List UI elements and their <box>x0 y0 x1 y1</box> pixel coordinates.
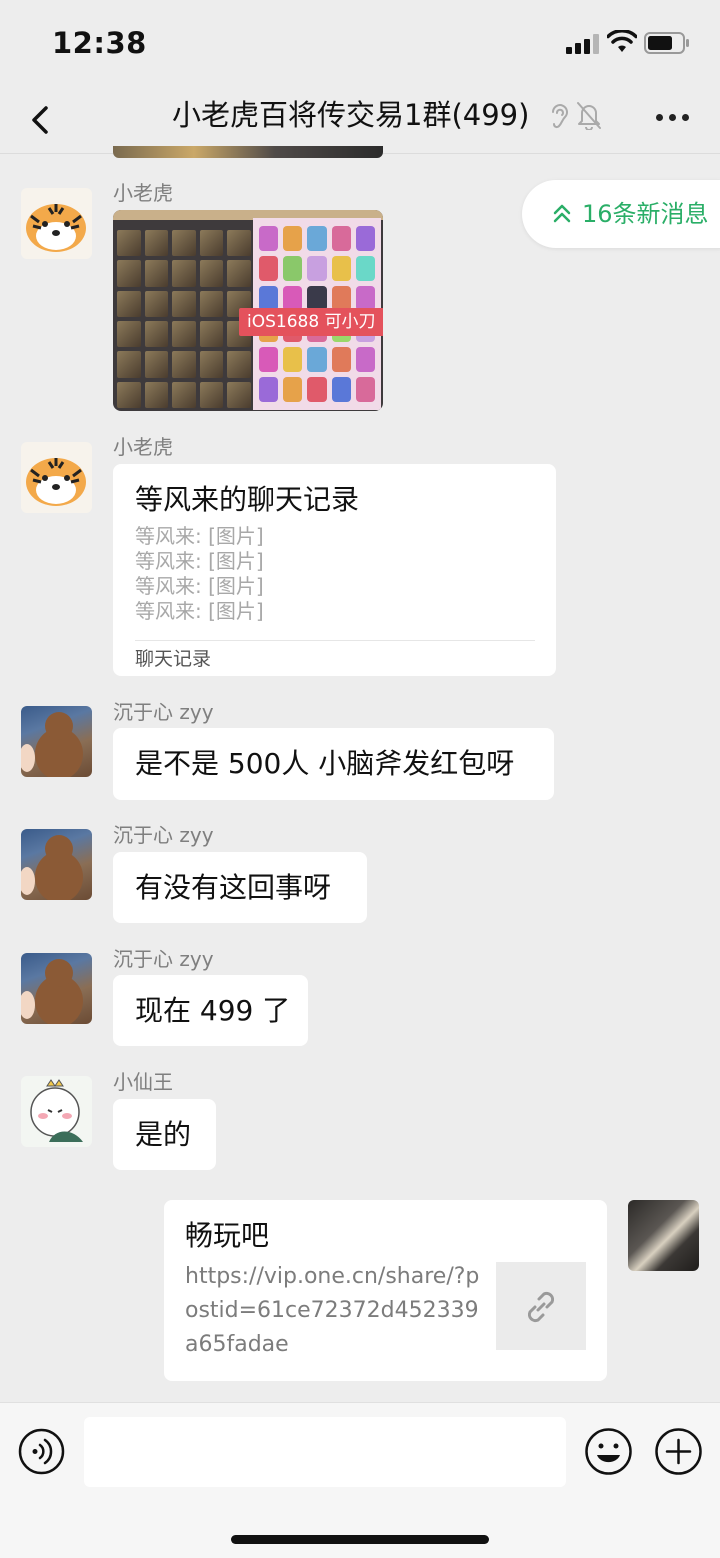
self-avatar[interactable] <box>628 1200 699 1271</box>
link-title: 畅玩吧 <box>185 1219 270 1252</box>
sender-name: 小老虎 <box>113 181 173 205</box>
cellular-signal-icon <box>566 34 600 54</box>
chat-record-title: 等风来的聊天记录 <box>135 483 360 516</box>
divider <box>135 640 535 641</box>
sender-name: 沉于心 zyy <box>113 700 214 724</box>
bear-avatar[interactable] <box>21 953 92 1024</box>
bear-avatar[interactable] <box>21 829 92 900</box>
link-url: https://vip.one.cn/share/?postid=61ce723… <box>185 1264 480 1357</box>
chat-title: 小老虎百将传交易1群(499) <box>172 98 530 132</box>
sender-name: 沉于心 zyy <box>113 823 214 847</box>
status-bar: 12:38 <box>0 0 720 84</box>
new-messages-button[interactable]: 16条新消息 <box>522 180 720 248</box>
status-time: 12:38 <box>52 26 147 60</box>
text-message-bubble[interactable]: 是的 <box>113 1099 216 1170</box>
chat-record-card[interactable]: 等风来的聊天记录 等风来: [图片] 等风来: [图片] 等风来: [图片] 等… <box>113 464 556 676</box>
image-overlay-text: iOS1688 可小刀 <box>239 308 383 336</box>
image-message[interactable]: iOS1688 可小刀 <box>113 210 383 411</box>
message-text: 是不是 500人 小脑斧发红包呀 <box>135 747 515 780</box>
bear-avatar[interactable] <box>21 706 92 777</box>
home-indicator[interactable] <box>231 1535 489 1544</box>
chat-record-line: 等风来: [图片] <box>135 574 264 598</box>
emoji-icon[interactable] <box>584 1427 633 1476</box>
link-icon <box>527 1291 555 1323</box>
voice-icon[interactable] <box>18 1428 65 1475</box>
mute-bell-icon <box>577 102 601 130</box>
message-input[interactable] <box>84 1417 566 1487</box>
previous-image-tail[interactable] <box>113 146 383 158</box>
link-message-card[interactable]: 畅玩吧 https://vip.one.cn/share/?postid=61c… <box>164 1200 607 1381</box>
plus-icon[interactable] <box>654 1427 703 1476</box>
input-bar <box>0 1402 720 1558</box>
chat-screen: 12:38 小老虎百将传交易1群(499) 16条新消息 小老虎 iOS1688… <box>0 0 720 1558</box>
link-thumbnail <box>496 1262 586 1350</box>
more-dots-icon[interactable] <box>652 104 692 134</box>
tiger-avatar[interactable] <box>21 442 92 513</box>
sender-name: 沉于心 zyy <box>113 947 214 971</box>
message-text: 现在 499 了 <box>135 994 291 1027</box>
battery-icon <box>644 32 689 54</box>
wifi-icon <box>607 30 637 52</box>
back-arrow-icon[interactable] <box>22 94 62 144</box>
chat-record-line: 等风来: [图片] <box>135 549 264 573</box>
chat-record-line: 等风来: [图片] <box>135 599 264 623</box>
message-text: 是的 <box>135 1118 192 1151</box>
new-messages-label: 16条新消息 <box>582 200 709 228</box>
text-message-bubble[interactable]: 有没有这回事呀 <box>113 852 367 923</box>
sender-name: 小老虎 <box>113 435 173 459</box>
text-message-bubble[interactable]: 是不是 500人 小脑斧发红包呀 <box>113 728 554 800</box>
chat-record-line: 等风来: [图片] <box>135 524 264 548</box>
ear-icon <box>552 104 568 129</box>
chat-record-footer: 聊天记录 <box>135 648 212 670</box>
sender-name: 小仙王 <box>113 1070 173 1094</box>
fairy-king-avatar[interactable] <box>21 1076 92 1147</box>
double-chevron-up-icon <box>553 204 571 223</box>
text-message-bubble[interactable]: 现在 499 了 <box>113 975 308 1046</box>
tiger-avatar[interactable] <box>21 188 92 259</box>
nav-bar: 小老虎百将传交易1群(499) <box>0 84 720 154</box>
message-text: 有没有这回事呀 <box>135 871 332 904</box>
